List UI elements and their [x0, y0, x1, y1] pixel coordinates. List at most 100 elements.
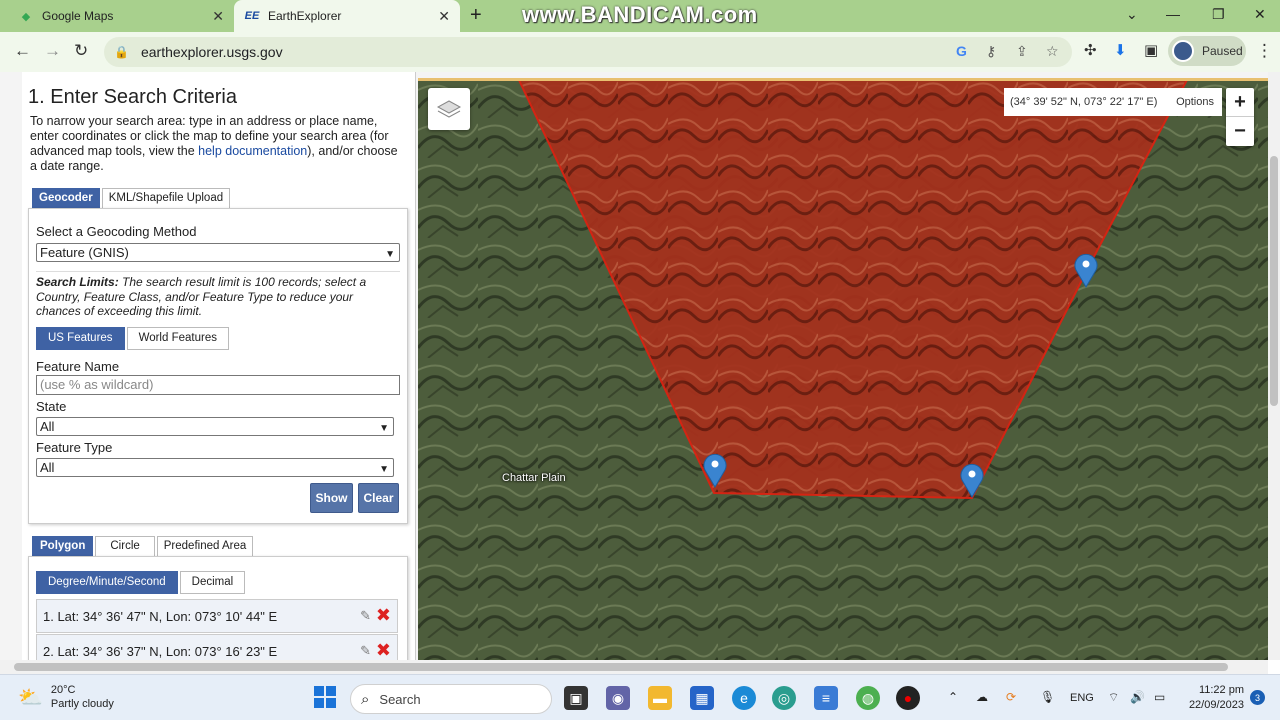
google-maps-icon: ◆	[21, 10, 31, 23]
system-clock[interactable]: 11:22 pm 22/09/2023	[1182, 683, 1244, 713]
menu-icon[interactable]: ⋮	[1256, 41, 1273, 61]
wifi-icon[interactable]: ⌔	[1108, 690, 1119, 705]
chevron-down-icon: ▼	[379, 464, 389, 475]
map-top-strip	[418, 78, 1268, 81]
vertex-marker-icon[interactable]	[1073, 252, 1099, 288]
feature-type-value: All	[40, 460, 55, 475]
bookmark-star-icon[interactable]: ☆	[1046, 43, 1059, 60]
satellite-imagery	[418, 78, 1268, 660]
scrollbar-thumb[interactable]	[14, 663, 1228, 671]
partly-cloudy-icon: ⛅	[18, 686, 43, 709]
download-icon[interactable]: ⬇	[1114, 41, 1127, 59]
tray-app-icon[interactable]: ☁	[976, 690, 988, 704]
teams-icon[interactable]: ◉	[606, 686, 630, 710]
windows-taskbar: ⛅ 20°C Partly cloudy ⌕ Search ▣ ◉ ▬ ▦ e …	[0, 674, 1280, 720]
search-limits-note: Search Limits: The search result limit i…	[36, 275, 388, 319]
tab-degree-minute-second[interactable]: Degree/Minute/Second	[36, 571, 178, 594]
clock-time: 11:22 pm	[1198, 684, 1244, 696]
delete-icon[interactable]: ✖	[376, 640, 391, 660]
zoom-control: + −	[1226, 88, 1254, 146]
search-criteria-panel: 1. Enter Search Criteria To narrow your …	[22, 72, 416, 660]
vertex-marker-icon[interactable]	[959, 462, 985, 498]
task-view-icon[interactable]: ▣	[564, 686, 588, 710]
vertical-scrollbar[interactable]	[1268, 72, 1280, 660]
tab-geocoder[interactable]: Geocoder	[32, 188, 100, 209]
language-indicator[interactable]: ENG	[1070, 692, 1094, 704]
delete-icon[interactable]: ✖	[376, 605, 391, 626]
scrollbar-thumb[interactable]	[1270, 156, 1278, 406]
feature-name-input[interactable]: (use % as wildcard)	[36, 375, 400, 395]
horizontal-scrollbar[interactable]	[0, 660, 1268, 674]
tab-decimal[interactable]: Decimal	[179, 571, 246, 594]
tab-us-features[interactable]: US Features	[36, 327, 125, 350]
reload-icon[interactable]: ↻	[74, 41, 88, 61]
minimize-icon[interactable]: —	[1166, 6, 1180, 22]
close-window-icon[interactable]: ✕	[1254, 6, 1266, 23]
lock-icon[interactable]: 🔒	[114, 45, 129, 59]
close-tab-icon[interactable]: ✕	[212, 8, 224, 25]
show-button[interactable]: Show	[310, 483, 353, 513]
address-bar[interactable]: 🔒 earthexplorer.usgs.gov G ⚷ ⇪ ☆	[104, 37, 1072, 67]
geocoding-method-select[interactable]: Feature (GNIS) ▼	[36, 243, 400, 262]
notification-badge[interactable]: 3	[1250, 690, 1265, 705]
microphone-icon[interactable]: 🎙	[1040, 690, 1055, 704]
state-select[interactable]: All ▼	[36, 417, 394, 436]
intro-text: To narrow your search area: type in an a…	[30, 114, 406, 174]
edge-icon[interactable]: e	[732, 686, 756, 710]
browser-tab-bar: ◆ Google Maps ✕ EE EarthExplorer ✕ + www…	[0, 0, 1280, 32]
search-icon: ⌕	[361, 690, 370, 708]
tab-google-maps[interactable]: ◆ Google Maps ✕	[8, 0, 234, 32]
map-view[interactable]: (34° 39' 52" N, 073° 22' 17" E) Options …	[418, 78, 1268, 660]
password-key-icon[interactable]: ⚷	[986, 43, 996, 60]
windows-start-icon[interactable]	[314, 686, 336, 708]
extensions-icon[interactable]: ✣	[1084, 41, 1097, 59]
state-label: State	[36, 399, 67, 414]
tab-circle[interactable]: Circle	[95, 536, 155, 557]
zoom-out-button[interactable]: −	[1226, 117, 1254, 146]
tab-search-icon[interactable]: ⌄	[1126, 6, 1138, 23]
notepad-icon[interactable]: ≡	[814, 686, 838, 710]
tray-sync-icon[interactable]: ⟳	[1006, 690, 1016, 704]
coordinate-row[interactable]: 2. Lat: 34° 36' 37" N, Lon: 073° 16' 23"…	[36, 634, 398, 660]
search-limits-heading: Search Limits:	[36, 275, 119, 289]
volume-icon[interactable]: 🔊	[1130, 690, 1145, 704]
tray-overflow-icon[interactable]: ⌃	[948, 690, 958, 704]
zoom-in-button[interactable]: +	[1226, 88, 1254, 117]
feature-type-select[interactable]: All ▼	[36, 458, 394, 477]
taskbar-search[interactable]: ⌕ Search	[350, 684, 552, 714]
share-icon[interactable]: ⇪	[1016, 43, 1028, 60]
tab-predefined-area[interactable]: Predefined Area	[156, 536, 254, 557]
tab-world-features[interactable]: World Features	[126, 327, 229, 350]
help-documentation-link[interactable]: help documentation	[198, 144, 307, 158]
edit-icon[interactable]: ✎	[360, 608, 371, 624]
back-icon[interactable]: ←	[14, 41, 31, 61]
chrome-icon[interactable]: ◍	[856, 686, 880, 710]
tab-polygon[interactable]: Polygon	[32, 536, 94, 557]
feature-region-tabs: US Features World Features	[36, 327, 231, 350]
edit-icon[interactable]: ✎	[360, 643, 371, 659]
profile-button[interactable]: Paused	[1168, 36, 1246, 66]
coordinate-text: 1. Lat: 34° 36' 47" N, Lon: 073° 10' 44"…	[43, 608, 278, 624]
file-explorer-icon[interactable]: ▬	[648, 686, 672, 710]
url-text: earthexplorer.usgs.gov	[140, 44, 283, 60]
layers-button[interactable]	[428, 88, 470, 130]
google-lens-icon[interactable]: G	[956, 43, 967, 59]
bandicam-icon[interactable]: ●	[896, 686, 920, 710]
close-tab-icon[interactable]: ✕	[438, 8, 450, 25]
weather-widget[interactable]: ⛅ 20°C Partly cloudy	[18, 683, 114, 711]
geocoding-method-label: Select a Geocoding Method	[36, 224, 197, 239]
restore-icon[interactable]: ❐	[1212, 6, 1225, 23]
options-button[interactable]: Options	[1176, 96, 1214, 108]
forward-icon[interactable]: →	[44, 41, 61, 61]
clear-button[interactable]: Clear	[358, 483, 399, 513]
battery-icon[interactable]: ▭	[1154, 690, 1165, 704]
vertex-marker-icon[interactable]	[702, 452, 728, 488]
tab-kml-upload[interactable]: KML/Shapefile Upload	[101, 188, 231, 209]
side-panel-icon[interactable]: ▣	[1144, 41, 1158, 59]
app-icon[interactable]: ◎	[772, 686, 796, 710]
store-icon[interactable]: ▦	[690, 686, 714, 710]
new-tab-icon[interactable]: +	[470, 4, 482, 27]
coordinate-row[interactable]: 1. Lat: 34° 36' 47" N, Lon: 073° 10' 44"…	[36, 599, 398, 633]
tab-earthexplorer[interactable]: EE EarthExplorer ✕	[234, 0, 460, 32]
coord-format-tabs: Degree/Minute/Second Decimal	[36, 571, 247, 594]
